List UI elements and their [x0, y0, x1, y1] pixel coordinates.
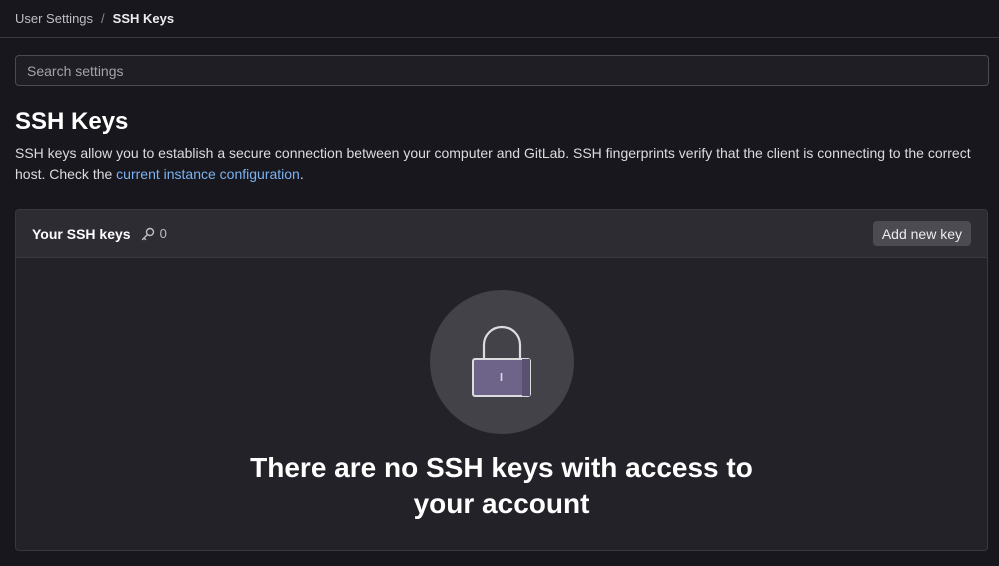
main-content: SSH Keys SSH keys allow you to establish…	[0, 55, 999, 551]
empty-state: There are no SSH keys with access to you…	[16, 258, 987, 522]
breadcrumb-user-settings[interactable]: User Settings	[15, 11, 93, 26]
key-icon	[141, 227, 154, 240]
breadcrumb-separator: /	[101, 11, 105, 26]
search-input[interactable]	[27, 62, 988, 79]
ssh-keys-card: Your SSH keys 0 Add new key There are no…	[15, 209, 988, 551]
search-settings[interactable]	[15, 55, 989, 86]
key-count: 0	[140, 226, 167, 242]
card-title: Your SSH keys	[32, 225, 131, 242]
breadcrumb: User Settings / SSH Keys	[0, 0, 999, 38]
key-count-value: 0	[159, 226, 167, 241]
page-description: SSH keys allow you to establish a secure…	[15, 143, 993, 185]
page-title: SSH Keys	[15, 108, 129, 135]
empty-state-illustration	[429, 290, 574, 434]
lock-icon	[471, 325, 531, 397]
add-new-key-button[interactable]: Add new key	[872, 221, 971, 246]
description-end: .	[299, 166, 304, 182]
instance-configuration-link[interactable]: current instance configuration	[116, 166, 300, 182]
breadcrumb-ssh-keys: SSH Keys	[112, 11, 175, 26]
card-header: Your SSH keys 0 Add new key	[16, 210, 987, 258]
empty-state-title: There are no SSH keys with access to you…	[250, 452, 753, 519]
